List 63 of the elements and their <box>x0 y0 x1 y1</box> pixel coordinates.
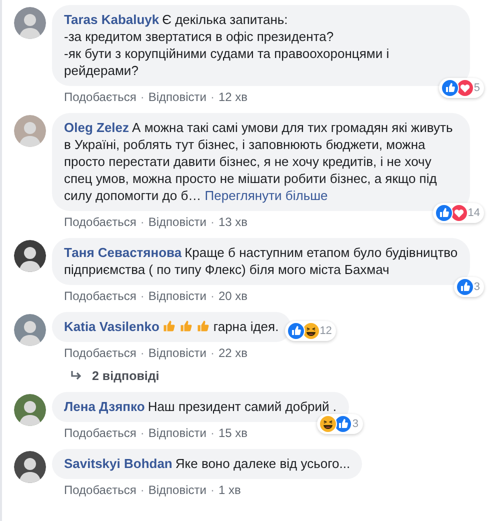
see-more-link[interactable]: Переглянути більше <box>204 188 328 203</box>
action-link[interactable]: Відповісти <box>148 289 206 303</box>
separator-dot: · <box>210 215 214 229</box>
comment-text: Katia Vasilenko гарна ідея. <box>64 319 279 334</box>
reaction-count[interactable]: 14 <box>432 203 484 223</box>
like-icon <box>334 415 352 433</box>
reaction-count[interactable]: 12 <box>284 321 336 341</box>
reaction-count[interactable]: 3 <box>454 277 484 297</box>
comment-text: Oleg Zelez А можна такі самі умови для тих громадян які живуть в Україні, роблять тут бізнес, і заповнюють бюджети, можна просто перестати давити бізнес, я не хочу кредитів, і не хочу спец умов, можна просто не мішати робити бізнес, а якщо під силу допомогти до б… Переглянути більше <box>64 120 453 203</box>
action-link[interactable]: Відповісти <box>148 346 206 360</box>
reaction-count[interactable]: 5 <box>438 78 484 98</box>
action-link[interactable]: Подобається <box>64 426 136 440</box>
author-name[interactable]: Katia Vasilenko <box>64 319 160 334</box>
action-link[interactable]: Відповісти <box>148 426 206 440</box>
separator-dot: · <box>140 483 144 497</box>
thumbs-up-icon <box>179 319 194 333</box>
replies-link[interactable]: 2 відповіді <box>92 369 160 383</box>
separator-dot: · <box>140 346 144 360</box>
action-link[interactable]: Подобається <box>64 289 136 303</box>
reaction-count[interactable]: 3 <box>317 414 363 434</box>
separator-dot: · <box>140 426 144 440</box>
separator-dot: · <box>210 289 214 303</box>
laughing-face-icon <box>302 322 320 340</box>
timestamp[interactable]: 13 хв <box>218 215 248 229</box>
separator-dot: · <box>210 483 214 497</box>
comment-text: Лена Дзяпко Наш президент самий добрий . <box>64 399 337 414</box>
timestamp[interactable]: 22 хв <box>218 346 248 360</box>
reply-arrow-icon <box>70 370 84 382</box>
avatar[interactable] <box>14 451 46 483</box>
avatar[interactable] <box>14 394 46 426</box>
action-link[interactable]: Відповісти <box>148 90 206 104</box>
timestamp[interactable]: 20 хв <box>218 289 248 303</box>
action-link[interactable]: Відповісти <box>148 215 206 229</box>
separator-dot: · <box>140 90 144 104</box>
thumbs-up-icon <box>162 319 176 333</box>
separator-dot: · <box>210 426 214 440</box>
comment-text: Savitskyi Bohdan Яке воно далеке від усього... <box>64 456 350 471</box>
like-icon <box>440 79 459 97</box>
like-icon <box>434 204 453 222</box>
author-name[interactable]: Taras Kabaluyk <box>64 12 160 27</box>
separator-dot: · <box>140 215 144 229</box>
author-name[interactable]: Таня Севастянова <box>64 245 182 260</box>
action-link[interactable]: Подобається <box>64 483 136 497</box>
comment-text: Таня Севастянова Краще б наступним етапом було будівництво підприємства ( по типу Флекс) біля мого міста Бахмач <box>64 245 458 277</box>
action-link[interactable]: Подобається <box>64 215 136 229</box>
comment-text: Taras Kabaluyk Є декілька запитань: -за кредитом звертатися в офіс президента? -як бути з корупційними судами та правоохоронцями і рейдерами? <box>64 12 390 78</box>
avatar[interactable] <box>14 240 46 272</box>
action-link[interactable]: Відповісти <box>148 483 206 497</box>
laughing-face-icon <box>319 415 338 433</box>
author-name[interactable]: Oleg Zelez <box>64 120 130 135</box>
thumbs-up-icon <box>196 319 210 333</box>
separator-dot: · <box>210 346 214 360</box>
action-link[interactable]: Подобається <box>64 90 136 104</box>
like-icon <box>286 322 305 340</box>
separator-dot: · <box>140 289 144 303</box>
timestamp[interactable]: 12 хв <box>218 90 248 104</box>
action-link[interactable]: Подобається <box>64 346 136 360</box>
author-name[interactable]: Savitskyi Bohdan <box>64 456 172 471</box>
timestamp[interactable]: 15 хв <box>218 426 248 440</box>
author-name[interactable]: Лена Дзяпко <box>64 399 145 414</box>
like-icon <box>456 278 474 296</box>
timestamp[interactable]: 1 хв <box>218 483 241 497</box>
separator-dot: · <box>210 90 214 104</box>
